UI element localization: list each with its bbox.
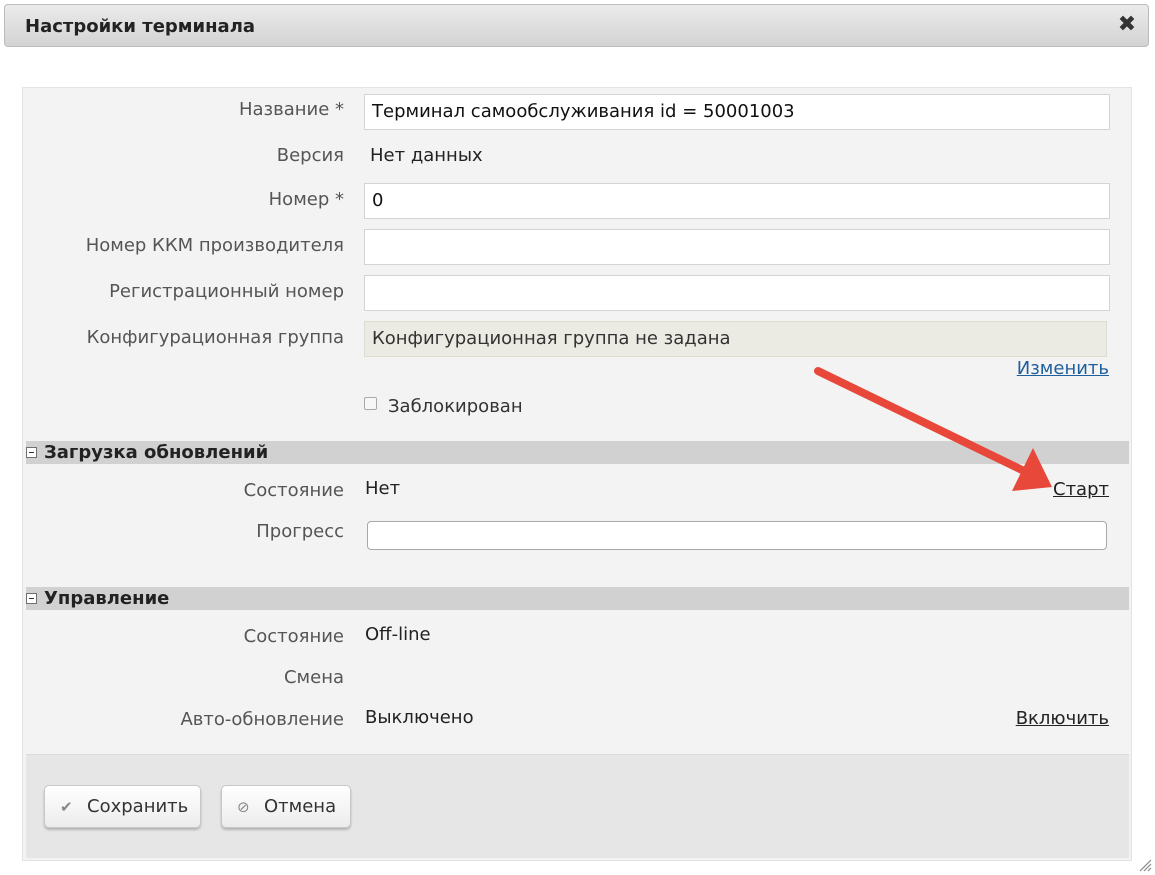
version-label: Версия bbox=[276, 145, 344, 166]
cancel-button-label: Отмена bbox=[264, 796, 337, 817]
blocked-checkbox[interactable] bbox=[364, 397, 377, 410]
name-input[interactable]: Терминал самообслуживания id = 50001003 bbox=[364, 94, 1110, 130]
progress-label: Прогресс bbox=[256, 521, 344, 542]
save-button[interactable]: ✔ Сохранить bbox=[44, 785, 201, 828]
shift-label: Смена bbox=[283, 667, 344, 688]
cancel-icon: ⊘ bbox=[237, 798, 250, 816]
reg-number-input[interactable] bbox=[364, 275, 1110, 311]
dialog-title: Настройки терминала bbox=[25, 16, 256, 37]
auto-update-value: Выключено bbox=[365, 707, 474, 728]
collapse-icon[interactable] bbox=[26, 447, 37, 458]
start-update-link[interactable]: Старт bbox=[1053, 479, 1109, 501]
updates-section-title: Загрузка обновлений bbox=[44, 442, 269, 463]
config-group-label: Конфигурационная группа bbox=[86, 327, 344, 348]
version-value: Нет данных bbox=[370, 145, 483, 166]
collapse-icon[interactable] bbox=[26, 593, 37, 604]
check-icon: ✔ bbox=[60, 798, 73, 816]
cancel-button[interactable]: ⊘ Отмена bbox=[221, 785, 351, 828]
updates-status-label: Состояние bbox=[243, 480, 344, 501]
reg-number-label: Регистрационный номер bbox=[109, 281, 344, 302]
terminal-settings-dialog: Настройки терминала ✖ Название * Термина… bbox=[0, 0, 1155, 875]
number-input[interactable]: 0 bbox=[364, 183, 1110, 219]
change-config-group-link[interactable]: Изменить bbox=[1017, 358, 1109, 380]
updates-status-value: Нет bbox=[365, 478, 401, 499]
kkm-number-input[interactable] bbox=[364, 229, 1110, 265]
blocked-label: Заблокирован bbox=[388, 396, 523, 417]
control-section-title: Управление bbox=[44, 588, 170, 609]
number-label: Номер * bbox=[268, 189, 344, 210]
update-progress-bar bbox=[367, 521, 1107, 550]
name-label: Название * bbox=[238, 99, 344, 120]
updates-section-header[interactable]: Загрузка обновлений bbox=[26, 441, 1129, 464]
enable-auto-update-link[interactable]: Включить bbox=[1016, 708, 1109, 730]
dialog-titlebar: Настройки терминала ✖ bbox=[4, 4, 1149, 47]
auto-update-label: Авто-обновление bbox=[180, 709, 344, 730]
dialog-footer: ✔ Сохранить ⊘ Отмена bbox=[26, 754, 1129, 858]
control-section-header[interactable]: Управление bbox=[26, 587, 1129, 610]
control-status-value: Off-line bbox=[365, 624, 431, 645]
close-icon[interactable]: ✖ bbox=[1116, 14, 1138, 36]
kkm-number-label: Номер ККМ производителя bbox=[85, 235, 344, 256]
resize-grip-icon[interactable] bbox=[1138, 858, 1152, 872]
control-status-label: Состояние bbox=[243, 626, 344, 647]
save-button-label: Сохранить bbox=[87, 796, 189, 817]
config-group-field: Конфигурационная группа не задана bbox=[364, 321, 1107, 357]
